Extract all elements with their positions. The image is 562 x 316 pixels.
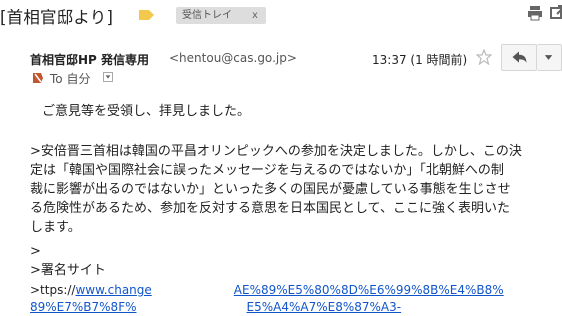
inbox-label-chip[interactable]: 受信トレイ x — [176, 7, 266, 24]
sender-email: <hentou@cas.go.jp> — [169, 51, 297, 65]
reply-icon — [512, 51, 527, 63]
email-subject: [首相官邸より] — [0, 8, 114, 27]
reply-button[interactable] — [501, 44, 537, 71]
petition-url-line-1: >ttps://www.change AE%89%E5%80%8D%E6%99%8… — [30, 282, 504, 299]
message-timestamp: 13:37 (1 時間前) — [372, 53, 468, 67]
quote-line-2: 定は「韓国や国際社会に誤ったメッセージを与えるのではないか」「北朝鮮への制 — [30, 163, 504, 178]
petition-link-part-3[interactable]: 89%E7%B7%8F% — [30, 300, 137, 314]
inbox-label-text: 受信トレイ — [182, 10, 232, 21]
petition-link-part-2[interactable]: AE%89%E5%80%8D%E6%99%8B%E4%B8% — [234, 283, 504, 297]
more-options-icon — [544, 55, 553, 60]
message-header: 首相官邸HP 発信専用 <hentou@cas.go.jp> 13:37 (1 … — [0, 44, 562, 90]
dropdown-arrow-icon — [105, 75, 111, 79]
petition-url-line-2: 89%E7%B7%8F% E5%A4%A7%E8%87%A3- — [30, 299, 401, 316]
quote-line-1: >安倍晋三首相は韓国の平昌オリンピックへの参加を決定しました。しかし、この決 — [30, 144, 522, 159]
sender-name[interactable]: 首相官邸HP 発信専用 — [30, 51, 149, 68]
star-icon[interactable] — [476, 49, 492, 65]
subject-bar: [首相官邸より] 受信トレイ x — [0, 0, 562, 32]
blank-quote-line: > — [30, 244, 41, 259]
remove-label-button[interactable]: x — [252, 7, 258, 24]
body-greeting: ご意見等を受領し、拝見しました。 — [42, 104, 251, 119]
petition-link-part-4[interactable]: E5%A4%A7%E8%87%A3- — [247, 300, 402, 314]
open-new-window-icon[interactable] — [549, 4, 562, 22]
print-icon[interactable] — [526, 4, 544, 22]
label-tag-icon[interactable] — [139, 10, 154, 20]
recipient-label: To 自分 — [50, 72, 91, 86]
recipient-details-dropdown[interactable] — [103, 72, 113, 82]
url-prefix: >ttps:// — [30, 283, 76, 297]
quote-line-3: 裁に影響が出るのではないか」といった多くの国民が憂慮している事態を生じさせ — [30, 182, 511, 197]
quote-line-5: します。 — [30, 220, 81, 235]
more-options-button[interactable] — [537, 44, 562, 71]
importance-marker-icon[interactable] — [32, 72, 44, 84]
quote-line-4: る危険性があるため、参加を反対する意思を日本国民として、ここに強く表明いた — [30, 201, 510, 216]
petition-link-part-1[interactable]: www.change — [75, 283, 151, 297]
petition-site-label: >署名サイト — [30, 263, 106, 278]
